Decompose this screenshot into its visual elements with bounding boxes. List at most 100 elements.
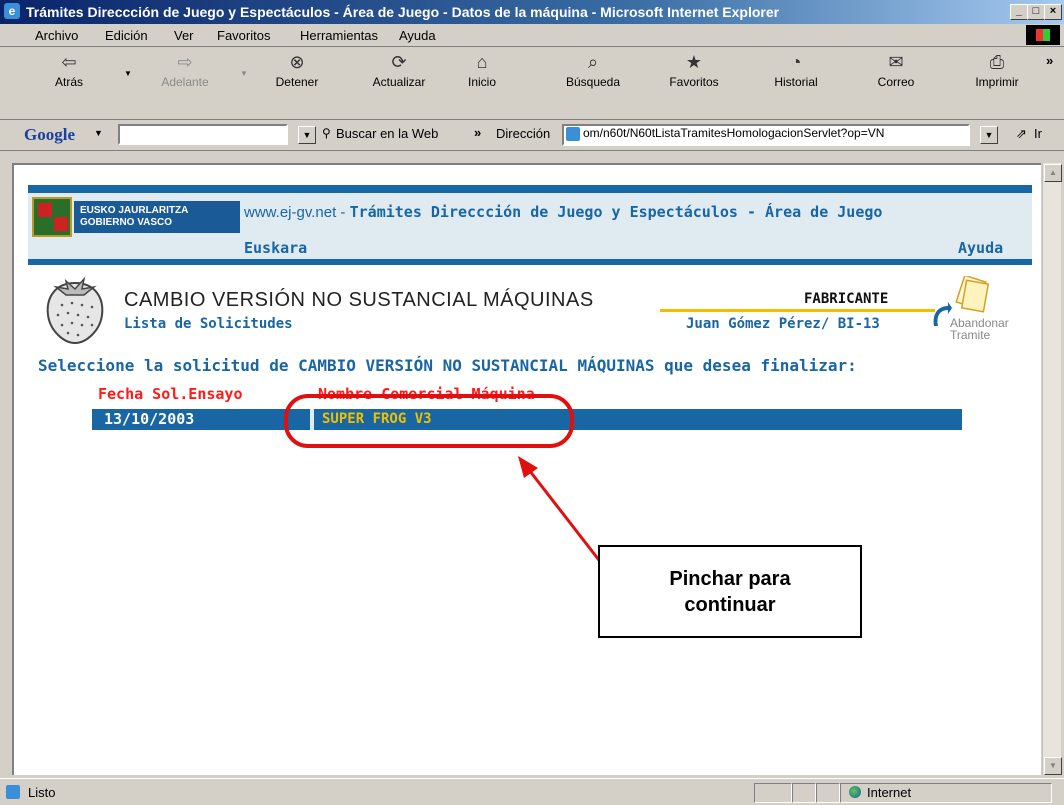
go-arrow-icon[interactable]: ⇗ — [1016, 126, 1027, 142]
instructions-text: Seleccione la solicitud de CAMBIO VERSIÓ… — [38, 356, 857, 375]
menu-bar: Archivo Edición Ver Favoritos Herramient… — [0, 24, 1064, 47]
binoculars-icon: ⚲ — [322, 126, 331, 140]
menu-archivo[interactable]: Archivo — [35, 28, 78, 43]
mail-button[interactable]: ✉ Correo — [861, 51, 931, 89]
status-bar: Listo Internet — [0, 778, 1064, 805]
strawberry-icon — [46, 276, 104, 345]
favorites-icon: ★ — [685, 52, 703, 72]
role-label: FABRICANTE — [804, 291, 889, 307]
search-icon: ⌕ — [587, 52, 599, 72]
section-title: CAMBIO VERSIÓN NO SUSTANCIAL MÁQUINAS — [124, 289, 594, 311]
history-icon: ◔ — [790, 52, 802, 72]
forward-dropdown-icon[interactable]: ▼ — [240, 69, 248, 78]
stop-label: Detener — [275, 75, 319, 89]
forward-label: Adelante — [161, 75, 209, 89]
callout-line-1: Pinchar para — [669, 567, 791, 590]
ie-icon: e — [4, 3, 20, 19]
refresh-button[interactable]: ⟳ Actualizar — [364, 51, 434, 89]
search-button[interactable]: ⌕ Búsqueda — [558, 51, 628, 89]
header-title: Trámites Direccción de Juego y Espectácu… — [349, 203, 883, 221]
history-label: Historial — [774, 75, 818, 89]
address-label: Dirección — [496, 126, 551, 141]
menu-ayuda[interactable]: Ayuda — [399, 28, 436, 43]
minimize-button[interactable]: _ — [1010, 4, 1028, 20]
home-button[interactable]: ⌂ Inicio — [447, 51, 517, 89]
address-dropdown-icon[interactable]: ▼ — [980, 126, 998, 144]
documents-icon — [955, 276, 990, 313]
google-menu-dropdown-icon[interactable]: ▼ — [94, 128, 103, 138]
google-overflow-icon[interactable]: » — [474, 125, 481, 140]
abandon-line-2: Tramite — [950, 328, 991, 342]
go-button[interactable]: Ir — [1034, 126, 1042, 141]
status-zone-panel: Internet — [840, 783, 1052, 803]
menu-ver[interactable]: Ver — [174, 28, 194, 43]
header-top-bar — [28, 185, 1032, 193]
status-panel-3 — [816, 783, 840, 803]
header-title-line: www.ej-gv.net - Trámites Direccción de J… — [244, 203, 882, 222]
scroll-up-icon[interactable]: ▲ — [1044, 164, 1062, 182]
print-icon: ⎙ — [989, 52, 1005, 72]
toolbar-overflow-icon[interactable]: » — [1046, 53, 1053, 68]
stop-icon: ⊗ — [289, 52, 305, 72]
menu-edicion[interactable]: Edición — [105, 28, 148, 43]
euskara-link[interactable]: Euskara — [244, 239, 307, 257]
help-link[interactable]: Ayuda — [958, 239, 1003, 257]
status-text: Listo — [28, 785, 56, 800]
google-logo: Google — [24, 125, 75, 144]
stop-button[interactable]: ⊗ Detener — [262, 51, 332, 89]
address-url: om/n60t/N60tListaTramitesHomologacionSer… — [583, 126, 885, 140]
close-button[interactable]: × — [1044, 4, 1062, 20]
back-button[interactable]: ⇦ Atrás — [34, 51, 104, 89]
home-icon: ⌂ — [476, 52, 488, 72]
forward-button[interactable]: ⇨ Adelante — [150, 51, 220, 89]
forward-arrow-icon: ⇨ — [177, 52, 193, 72]
page-status-icon — [6, 785, 20, 799]
logo-line-2: GOBIERNO VASCO — [80, 217, 173, 228]
column-header-fecha: Fecha Sol.Ensayo — [98, 385, 243, 403]
status-panel-1 — [754, 783, 792, 803]
gold-divider — [660, 309, 935, 312]
zone-text: Internet — [867, 785, 912, 800]
header-separator: - — [336, 204, 350, 221]
vertical-scrollbar[interactable]: ▲ ▼ — [1042, 163, 1062, 775]
scroll-down-icon[interactable]: ▼ — [1044, 757, 1062, 775]
menu-favoritos[interactable]: Favoritos — [217, 28, 270, 43]
google-search-input[interactable] — [118, 124, 288, 145]
refresh-label: Actualizar — [372, 75, 426, 89]
history-button[interactable]: ◔ Historial — [761, 51, 831, 89]
site-link[interactable]: www.ej-gv.net — [244, 204, 336, 221]
refresh-icon: ⟳ — [391, 52, 407, 72]
logo-text: EUSKO JAURLARITZA GOBIERNO VASCO — [74, 201, 240, 233]
globe-icon — [849, 786, 861, 798]
header-bottom-bar — [28, 259, 1032, 265]
status-panel-2 — [792, 783, 816, 803]
curved-arrow-icon — [933, 302, 952, 326]
toolbar: ⇦ Atrás ▼ ⇨ Adelante ▼ ⊗ Detener ⟳ Actualiza… — [0, 47, 1064, 120]
address-row: Google ▼ ▼ ⚲ Buscar en la Web » Direcció… — [0, 120, 1064, 151]
mail-icon: ✉ — [888, 52, 904, 72]
cell-fecha: 13/10/2003 — [104, 410, 195, 428]
back-dropdown-icon[interactable]: ▼ — [124, 69, 132, 78]
favorites-button[interactable]: ★ Favoritos — [659, 51, 729, 89]
abandon-tramite-button[interactable]: Abandonar Tramite — [930, 276, 1009, 350]
favorites-label: Favoritos — [669, 75, 719, 89]
section-subtitle: Lista de Solicitudes — [124, 316, 293, 332]
search-web-button[interactable]: Buscar en la Web — [336, 126, 438, 141]
google-search-dropdown-icon[interactable]: ▼ — [298, 126, 316, 144]
callout-box: Pinchar para continuar — [598, 545, 862, 638]
gobierno-vasco-logo[interactable]: EUSKO JAURLARITZA GOBIERNO VASCO — [32, 197, 242, 237]
search-label: Búsqueda — [565, 75, 621, 89]
mail-label: Correo — [877, 75, 915, 89]
annotation-arrow — [518, 456, 604, 565]
callout-line-2: continuar — [684, 593, 776, 616]
print-button[interactable]: ⎙ Imprimir — [962, 51, 1032, 89]
windows-logo-icon — [1026, 25, 1060, 45]
address-input[interactable]: om/n60t/N60tListaTramitesHomologacionSer… — [562, 124, 970, 146]
window-title-bar: e Trámites Direccción de Juego y Espectá… — [0, 0, 1064, 24]
print-label: Imprimir — [975, 75, 1019, 89]
highlight-circle — [284, 394, 574, 448]
menu-herramientas[interactable]: Herramientas — [300, 28, 378, 43]
back-arrow-icon: ⇦ — [61, 52, 77, 72]
home-label: Inicio — [467, 75, 496, 89]
maximize-button[interactable]: □ — [1027, 4, 1045, 20]
